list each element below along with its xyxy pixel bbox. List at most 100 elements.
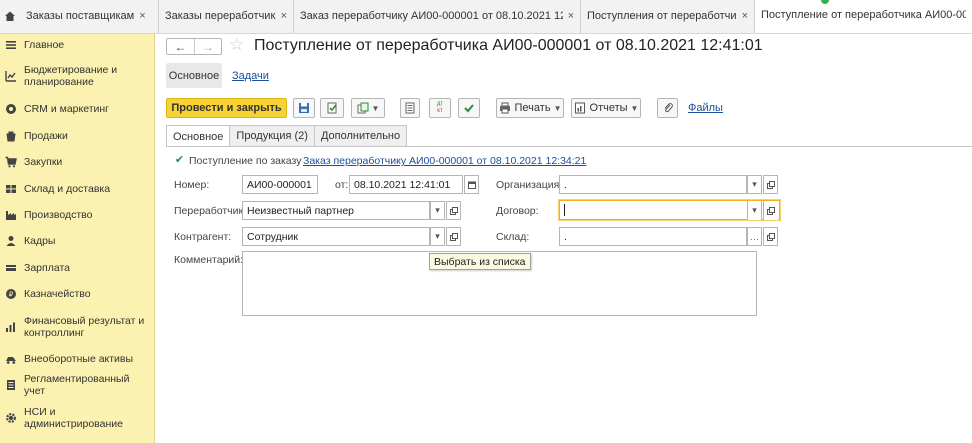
tooltip: Выбрать из списка — [429, 253, 531, 270]
close-icon[interactable]: × — [139, 10, 145, 22]
chevron-down-icon: ▼ — [553, 103, 562, 113]
assets-icon — [0, 353, 22, 365]
close-icon[interactable]: × — [742, 10, 748, 22]
page-title: Поступление от переработчика АИ00-000001… — [254, 37, 763, 54]
subtab-tasks[interactable]: Задачи — [232, 70, 269, 82]
sidebar-item-label: Бюджетирование и планирование — [24, 64, 118, 88]
tab-label: Заказы поставщикам — [26, 10, 135, 22]
open-link-icon[interactable] — [763, 227, 778, 246]
create-based-on-button[interactable]: ▼ — [351, 98, 385, 118]
dt-label: дт — [436, 101, 444, 107]
open-link-icon[interactable] — [446, 201, 461, 220]
crm-icon — [0, 103, 22, 115]
sidebar-item-finance[interactable]: Финансовый результат и контроллинг — [0, 314, 155, 340]
post-button[interactable] — [320, 98, 344, 118]
sidebar-item-admin[interactable]: НСИ и администрирование — [0, 405, 155, 431]
paperclip-icon — [664, 103, 673, 113]
sidebar-item-label: CRM и маркетинг — [24, 103, 110, 115]
sidebar-item-crm[interactable]: CRM и маркетинг — [0, 102, 155, 116]
tab-products[interactable]: Продукция (2) — [229, 125, 315, 146]
order-checkbox[interactable]: ✔ — [174, 154, 185, 166]
chevron-down-icon[interactable]: ▾ — [430, 201, 445, 220]
check-button[interactable] — [458, 98, 480, 118]
tab-label: Заказы переработчикам — [165, 10, 276, 22]
sidebar-item-main[interactable]: Главное — [0, 38, 155, 52]
processor-label: Переработчик: — [174, 205, 247, 217]
attach-button[interactable] — [657, 98, 678, 118]
print-button[interactable]: Печать ▼ — [496, 98, 564, 118]
tabs-divider — [166, 146, 972, 147]
sidebar-item-purchases[interactable]: Закупки — [0, 155, 155, 169]
open-link-icon[interactable] — [763, 175, 778, 194]
tab-label: Поступления от переработчиков — [587, 10, 737, 22]
menu-icon — [0, 39, 22, 51]
report-icon — [574, 102, 585, 114]
chevron-down-icon: ▼ — [371, 103, 380, 113]
sidebar-item-sales[interactable]: Продажи — [0, 129, 155, 143]
list-document-icon — [405, 102, 415, 114]
order-checkbox-label: Поступление по заказу — [189, 155, 302, 167]
cart-icon — [0, 156, 22, 168]
tab-supplier-orders[interactable]: Заказы поставщикам × — [20, 0, 159, 33]
open-link-icon[interactable] — [763, 201, 778, 220]
number-field[interactable]: АИ00-000001 — [242, 175, 318, 194]
date-field[interactable]: 08.10.2021 12:41:01 — [349, 175, 463, 194]
chevron-down-icon[interactable]: ▾ — [747, 201, 762, 220]
home-icon[interactable] — [0, 0, 20, 33]
sidebar-item-treasury[interactable]: ₽ Казначейство — [0, 287, 155, 301]
sidebar-item-assets[interactable]: Внеоборотные активы — [0, 352, 155, 366]
close-icon[interactable]: × — [281, 10, 287, 22]
subtab-main[interactable]: Основное — [166, 63, 222, 88]
sidebar-item-label: Склад и доставка — [24, 183, 111, 195]
date-label: от: — [335, 179, 349, 191]
processor-field[interactable]: Неизвестный партнер — [242, 201, 430, 220]
sidebar-item-hr[interactable]: Кадры — [0, 234, 155, 248]
close-icon[interactable]: × — [568, 10, 574, 22]
tab-processor-receipts[interactable]: Поступления от переработчиков × — [581, 0, 755, 33]
forward-button[interactable]: → — [194, 39, 221, 54]
reports-button[interactable]: Отчеты ▼ — [571, 98, 641, 118]
tab-processor-receipt-doc[interactable]: Поступление от переработчика АИ00-000001… — [755, 0, 972, 33]
open-link-icon[interactable] — [446, 227, 461, 246]
sidebar-item-warehouse[interactable]: Склад и доставка — [0, 182, 155, 196]
sidebar-item-salary[interactable]: Зарплата — [0, 261, 155, 275]
person-icon — [0, 235, 22, 247]
accounting-icon — [0, 379, 22, 391]
tab-additional[interactable]: Дополнительно — [313, 125, 408, 146]
chart-icon — [0, 321, 22, 333]
ellipsis-icon[interactable]: … — [747, 227, 762, 246]
calendar-icon[interactable] — [464, 175, 479, 194]
budget-icon — [0, 70, 22, 82]
number-label: Номер: — [174, 179, 210, 191]
tab-processor-order-doc[interactable]: Заказ переработчику АИ00-000001 от 08.10… — [294, 0, 581, 33]
dt-kt-button[interactable]: дт кт — [429, 98, 451, 118]
tab-processor-orders[interactable]: Заказы переработчикам × — [159, 0, 294, 33]
counterparty-field[interactable]: Сотрудник — [242, 227, 430, 246]
sidebar-item-accounting[interactable]: Регламентированный учет — [0, 373, 155, 397]
order-link[interactable]: Заказ переработчику АИ00-000001 от 08.10… — [303, 155, 586, 167]
sidebar-item-budgeting[interactable]: Бюджетирование и планирование — [0, 63, 155, 89]
counterparty-label: Контрагент: — [174, 231, 232, 243]
files-link[interactable]: Файлы — [688, 102, 723, 114]
sidebar-item-label: Внеоборотные активы — [24, 353, 134, 365]
sidebar-item-label: НСИ и администрирование — [24, 406, 123, 430]
save-button[interactable] — [293, 98, 315, 118]
organization-field[interactable]: . — [559, 175, 747, 194]
favorite-star-icon[interactable]: ☆ — [229, 35, 244, 55]
print-label: Печать — [514, 102, 551, 114]
sidebar-item-label: Регламентированный учет — [24, 373, 130, 397]
post-document-icon — [327, 102, 337, 114]
sidebar-item-production[interactable]: Производство — [0, 208, 155, 222]
warehouse-field[interactable]: . — [559, 227, 747, 246]
sidebar-item-label: Зарплата — [24, 262, 70, 274]
sidebar-item-label: Кадры — [24, 235, 56, 247]
chevron-down-icon[interactable]: ▾ — [747, 175, 762, 194]
tab-basic[interactable]: Основное — [166, 125, 231, 147]
chevron-down-icon[interactable]: ▾ — [430, 227, 445, 246]
structure-button[interactable] — [400, 98, 420, 118]
back-button[interactable]: ← — [167, 39, 194, 54]
reports-label: Отчеты — [589, 102, 628, 114]
post-and-close-button[interactable]: Провести и закрыть — [166, 98, 287, 118]
app-window: Заказы поставщикам × Заказы переработчик… — [0, 0, 972, 443]
factory-icon — [0, 209, 22, 221]
